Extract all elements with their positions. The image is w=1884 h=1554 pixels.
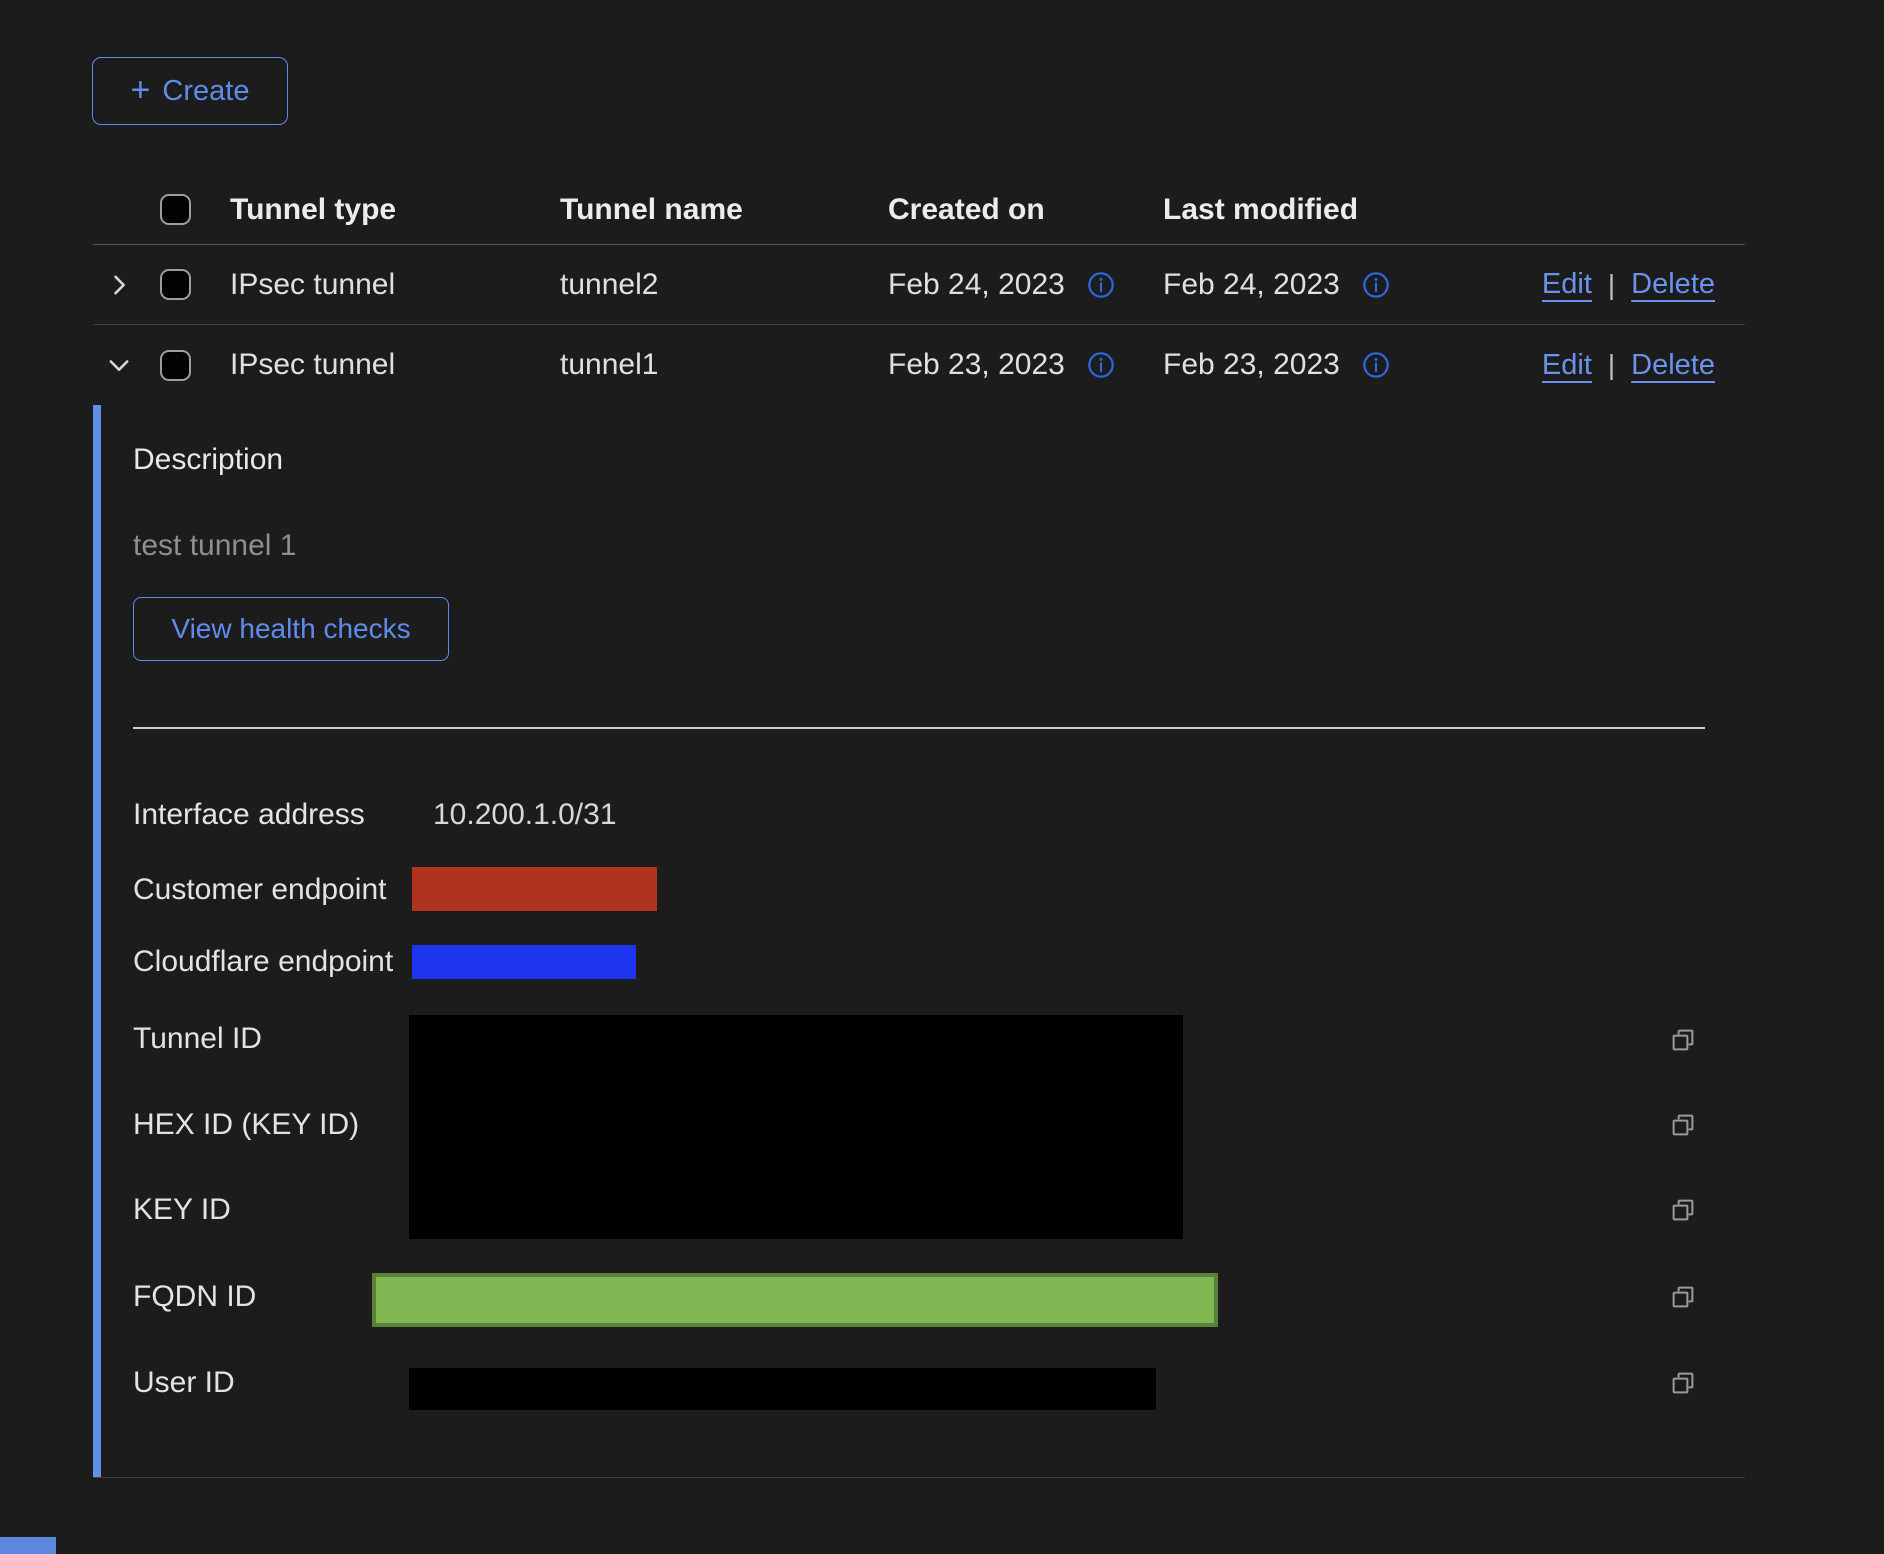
last-modified-cell: Feb 23, 2023 <box>1163 348 1480 382</box>
tunnel-type-cell: IPsec tunnel <box>205 348 560 382</box>
table-row-tunnel1: IPsec tunnel tunnel1 Feb 23, 2023 Feb 23… <box>93 325 1745 405</box>
last-modified-date: Feb 23, 2023 <box>1163 348 1340 382</box>
tunnel-name-cell: tunnel2 <box>560 268 888 302</box>
copy-icon[interactable] <box>1668 1195 1698 1225</box>
bottom-left-blue-fragment <box>0 1537 56 1554</box>
tunnels-table: Tunnel type Tunnel name Created on Last … <box>93 175 1745 1478</box>
table-header-row: Tunnel type Tunnel name Created on Last … <box>93 175 1745 245</box>
last-modified-date: Feb 24, 2023 <box>1163 268 1340 302</box>
column-header-created-on: Created on <box>888 193 1163 227</box>
chevron-down-icon[interactable] <box>105 351 133 379</box>
expanded-row-indicator-bar <box>93 405 101 1477</box>
copy-icon[interactable] <box>1668 1368 1698 1398</box>
info-icon[interactable] <box>1362 271 1390 299</box>
row-actions: Edit | Delete <box>1480 268 1745 301</box>
copy-icon[interactable] <box>1668 1110 1698 1140</box>
row-checkbox[interactable] <box>160 269 191 300</box>
plus-icon: + <box>131 73 151 107</box>
actions-separator: | <box>1608 349 1615 381</box>
delete-link[interactable]: Delete <box>1631 268 1715 301</box>
hex-id-label: HEX ID (KEY ID) <box>133 1108 359 1142</box>
interface-address-label: Interface address <box>133 798 365 832</box>
delete-link[interactable]: Delete <box>1631 349 1715 382</box>
column-header-last-modified: Last modified <box>1163 193 1480 227</box>
actions-separator: | <box>1608 269 1615 301</box>
created-on-cell: Feb 24, 2023 <box>888 268 1163 302</box>
created-on-date: Feb 24, 2023 <box>888 268 1065 302</box>
cloudflare-endpoint-redaction <box>412 945 636 979</box>
key-id-label: KEY ID <box>133 1193 231 1227</box>
info-icon[interactable] <box>1087 271 1115 299</box>
description-value: test tunnel 1 <box>133 529 296 563</box>
select-all-checkbox[interactable] <box>160 194 191 225</box>
copy-icon[interactable] <box>1668 1025 1698 1055</box>
tunnel-name-cell: tunnel1 <box>560 348 888 382</box>
column-header-tunnel-type: Tunnel type <box>205 193 560 227</box>
view-health-checks-button[interactable]: View health checks <box>133 597 449 661</box>
copy-icon[interactable] <box>1668 1282 1698 1312</box>
fqdn-id-label: FQDN ID <box>133 1280 256 1314</box>
chevron-right-icon[interactable] <box>105 271 133 299</box>
edit-link[interactable]: Edit <box>1542 268 1592 301</box>
create-button[interactable]: + Create <box>92 57 288 125</box>
created-on-date: Feb 23, 2023 <box>888 348 1065 382</box>
interface-address-value: 10.200.1.0/31 <box>433 798 617 832</box>
customer-endpoint-label: Customer endpoint <box>133 873 386 907</box>
fqdn-id-redaction <box>372 1273 1218 1327</box>
edit-link[interactable]: Edit <box>1542 349 1592 382</box>
info-icon[interactable] <box>1362 351 1390 379</box>
ids-redaction-block <box>409 1015 1183 1239</box>
tunnel-id-label: Tunnel ID <box>133 1022 262 1056</box>
user-id-label: User ID <box>133 1366 235 1400</box>
customer-endpoint-redaction <box>412 867 657 911</box>
tunnel-detail-panel: Description test tunnel 1 View health ch… <box>93 405 1745 1478</box>
cloudflare-endpoint-label: Cloudflare endpoint <box>133 945 393 979</box>
column-header-tunnel-name: Tunnel name <box>560 193 888 227</box>
description-label: Description <box>133 443 283 477</box>
created-on-cell: Feb 23, 2023 <box>888 348 1163 382</box>
row-checkbox[interactable] <box>160 350 191 381</box>
info-icon[interactable] <box>1087 351 1115 379</box>
user-id-redaction <box>409 1368 1156 1410</box>
create-button-label: Create <box>162 75 249 108</box>
row-actions: Edit | Delete <box>1480 349 1745 382</box>
detail-divider <box>133 727 1705 729</box>
table-row-tunnel2: IPsec tunnel tunnel2 Feb 24, 2023 Feb 24… <box>93 245 1745 325</box>
tunnel-type-cell: IPsec tunnel <box>205 268 560 302</box>
last-modified-cell: Feb 24, 2023 <box>1163 268 1480 302</box>
